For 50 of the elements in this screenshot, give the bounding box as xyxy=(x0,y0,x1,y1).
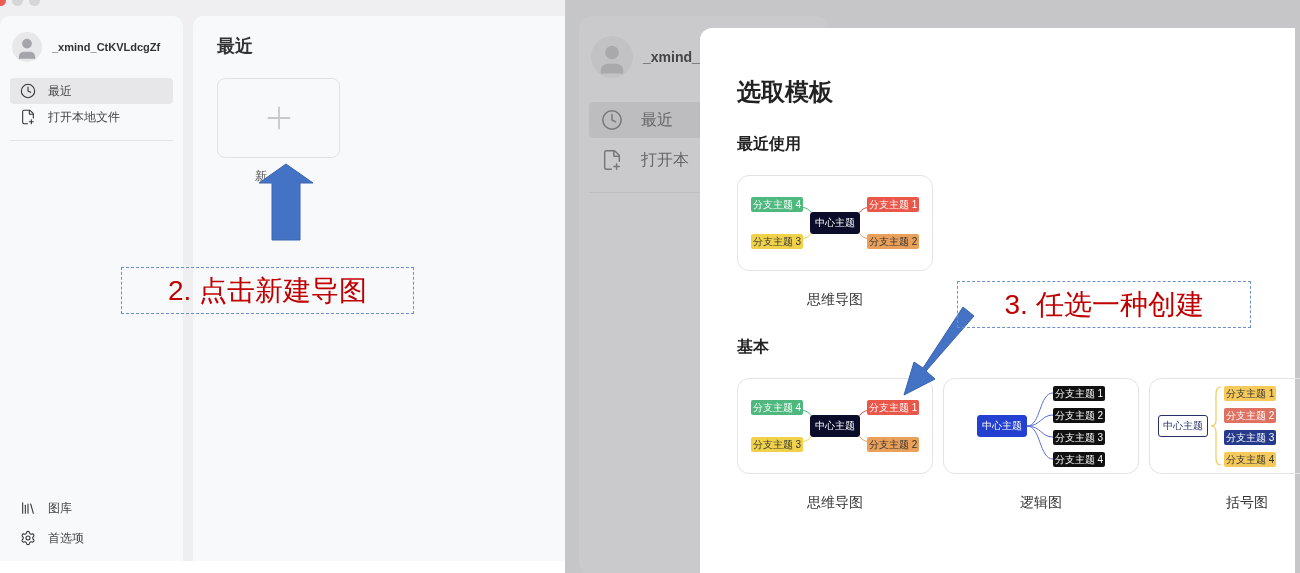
branch-topic: 分支主题 1 xyxy=(867,400,920,415)
annotation-callout: 2. 点击新建导图 xyxy=(121,267,414,314)
branch-topic: 分支主题 3 xyxy=(1052,429,1106,445)
branch-topic: 分支主题 1 xyxy=(1052,385,1106,401)
branch-topic: 分支主题 4 xyxy=(750,400,803,415)
branch-topic: 分支主题 2 xyxy=(867,234,920,249)
clock-icon xyxy=(20,83,36,99)
section-heading: 基本 xyxy=(737,337,770,357)
section-title: 最近 xyxy=(217,35,254,58)
arrow-icon xyxy=(900,305,976,397)
annotation-callout: 3. 任选一种创建 xyxy=(957,281,1251,328)
template-name: 括号图 xyxy=(1226,494,1268,512)
branch-topic: 分支主题 3 xyxy=(750,437,803,452)
user-name: _xmind_CtKVLdcgZf xyxy=(52,41,161,53)
branch-topic: 分支主题 1 xyxy=(1224,385,1277,401)
sidebar-item[interactable]: 打开本地文件 xyxy=(10,104,173,130)
settings-icon xyxy=(20,530,36,546)
central-topic: 中心主题 xyxy=(810,212,860,234)
branch-topic: 分支主题 4 xyxy=(750,197,803,212)
template-thumbnail[interactable]: 中心主题 分支主题 1 分支主题 2 分支主题 3 分支主题 4 xyxy=(943,378,1139,474)
template-name: 思维导图 xyxy=(807,291,863,309)
card-label: 新 xyxy=(255,169,267,183)
sidebar-item[interactable]: 首选项 xyxy=(10,523,173,553)
branch-topic: 分支主题 2 xyxy=(867,437,920,452)
template-name: 逻辑图 xyxy=(1020,494,1062,512)
sidebar-item[interactable]: 图库 xyxy=(10,493,173,523)
sidebar-item[interactable]: 最近 xyxy=(10,78,173,104)
central-topic: 中心主题 xyxy=(1158,415,1208,437)
brace-icon xyxy=(1210,386,1222,466)
user-name: _xmind_ xyxy=(643,49,700,65)
branch-topic: 分支主题 1 xyxy=(867,197,920,212)
branch-topic: 分支主题 3 xyxy=(750,234,803,249)
branch-topic: 分支主题 2 xyxy=(1052,407,1106,423)
template-thumbnail[interactable]: 分支主题 4 中心主题 分支主题 1 分支主题 3 分支主题 2 xyxy=(737,175,933,271)
file-plus-icon xyxy=(20,109,36,125)
template-thumbnail[interactable]: 分支主题 4 中心主题 分支主题 1 分支主题 3 分支主题 2 xyxy=(737,378,933,474)
branch-topic: 分支主题 3 xyxy=(1224,429,1277,445)
branch-topic: 分支主题 2 xyxy=(1224,407,1277,423)
central-topic: 中心主题 xyxy=(976,415,1027,437)
branch-topic: 分支主题 4 xyxy=(1052,451,1106,467)
branch-topic: 分支主题 4 xyxy=(1224,451,1277,467)
user-avatar xyxy=(591,36,633,78)
clock-icon xyxy=(601,109,623,131)
central-topic: 中心主题 xyxy=(810,415,860,437)
template-thumbnail[interactable]: 中心主题 分支主题 1 分支主题 2 分支主题 3 分支主题 4 xyxy=(1149,378,1300,474)
new-mindmap-card[interactable] xyxy=(217,78,340,158)
user-avatar[interactable] xyxy=(12,32,42,62)
file-plus-icon xyxy=(601,149,623,171)
books-icon xyxy=(20,500,36,516)
template-name: 思维导图 xyxy=(807,494,863,512)
